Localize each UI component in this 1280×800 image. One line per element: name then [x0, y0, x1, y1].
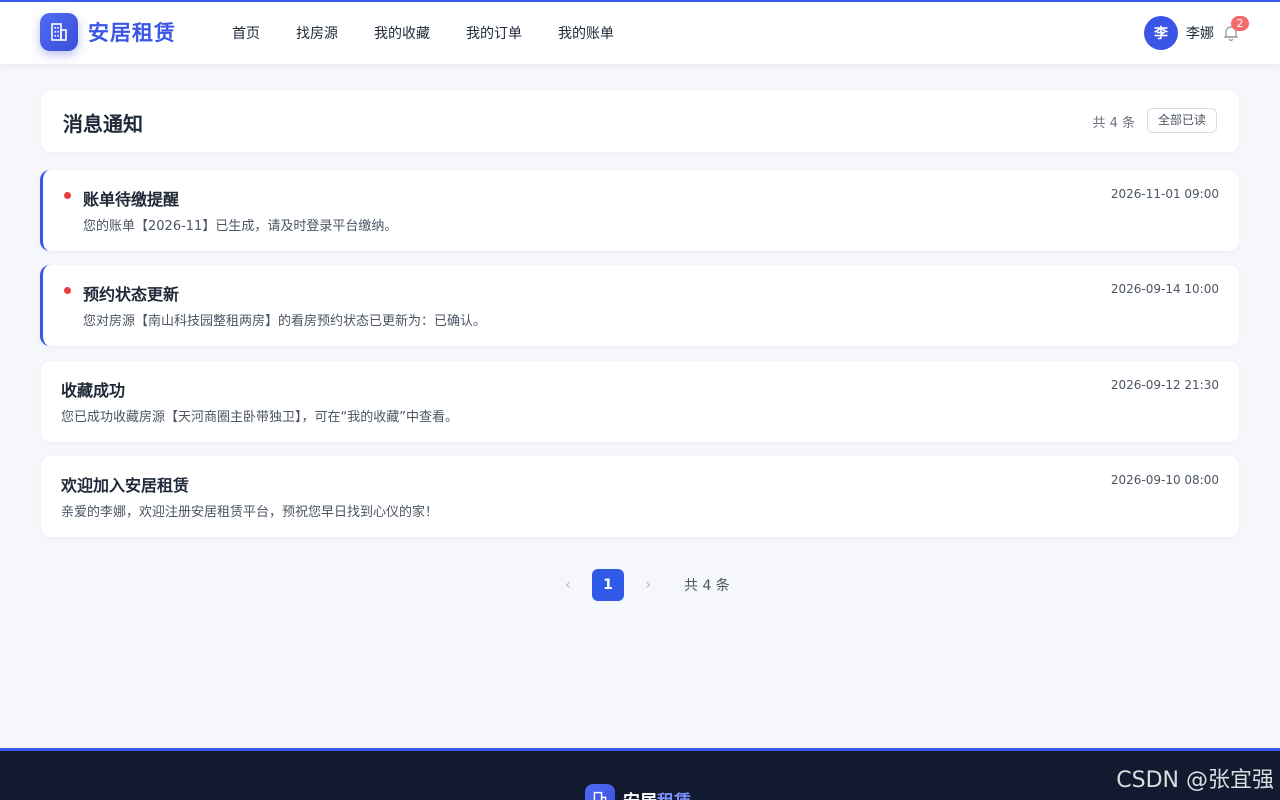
notification-time: 2026-09-12 21:30	[1110, 378, 1219, 392]
footer-brand-part2: 租赁	[657, 792, 691, 800]
watermark-text: CSDN @张宜强	[1116, 768, 1274, 793]
prev-page-button[interactable]: ‹	[556, 577, 580, 593]
pagination: ‹ 1 › 共 4 条	[556, 569, 730, 601]
notification-item[interactable]: 预约状态更新 您对房源【南山科技园整租两房】的看房预约状态已更新为：已确认。 2…	[40, 265, 1239, 346]
username[interactable]: 李娜	[1186, 23, 1214, 43]
user-menu[interactable]: 李 李娜 2	[1144, 16, 1249, 50]
page-title: 消息通知	[63, 112, 143, 136]
building-icon	[585, 784, 615, 800]
nav-item-orders[interactable]: 我的订单	[466, 23, 522, 43]
top-nav-bar: 安居租赁 首页 找房源 我的收藏 我的订单 我的账单 李 李娜 2	[0, 0, 1280, 64]
notification-count-badge: 2	[1231, 16, 1249, 31]
unread-dot	[64, 287, 71, 294]
total-count-label: 共 4 条	[1092, 116, 1135, 131]
notification-title: 预约状态更新	[83, 285, 180, 304]
brand-name: 安居租赁	[88, 21, 176, 45]
nav-item-find-listings[interactable]: 找房源	[296, 23, 338, 43]
unread-dot	[64, 192, 71, 199]
building-icon	[40, 13, 78, 51]
mark-all-read-button[interactable]: 全部已读	[1146, 108, 1217, 133]
notification-time: 2026-11-01 09:00	[1110, 187, 1219, 201]
main-nav: 首页 找房源 我的收藏 我的订单 我的账单	[232, 2, 650, 64]
notification-title: 账单待缴提醒	[83, 190, 180, 209]
nav-item-favorites[interactable]: 我的收藏	[374, 23, 430, 43]
footer-brand-name: 安居租赁	[623, 787, 691, 800]
pagination-total: 共 4 条	[684, 578, 730, 594]
notification-title: 收藏成功	[61, 381, 126, 400]
notification-title: 欢迎加入安居租赁	[61, 476, 190, 495]
notification-time: 2026-09-14 10:00	[1110, 282, 1219, 296]
notification-time: 2026-09-10 08:00	[1110, 473, 1219, 487]
notifications-header-card: 消息通知 共 4 条 全部已读	[41, 90, 1239, 152]
notification-body: 您的账单【2026-11】已生成，请及时登录平台缴纳。	[83, 219, 398, 234]
brand-logo-link[interactable]: 安居租赁	[40, 13, 176, 51]
avatar[interactable]: 李	[1144, 16, 1178, 50]
site-footer: 安居租赁	[0, 748, 1280, 800]
next-page-button[interactable]: ›	[636, 577, 660, 593]
notification-body: 您已成功收藏房源【天河商圈主卧带独卫】，可在“我的收藏”中查看。	[61, 410, 458, 425]
nav-item-home[interactable]: 首页	[232, 23, 260, 43]
page-number-current[interactable]: 1	[592, 569, 624, 601]
footer-brand-part1: 安居	[623, 792, 657, 800]
notification-body: 亲爱的李娜，欢迎注册安居租赁平台，预祝您早日找到心仪的家！	[61, 505, 439, 520]
notification-body: 您对房源【南山科技园整租两房】的看房预约状态已更新为：已确认。	[83, 314, 487, 329]
nav-item-bills[interactable]: 我的账单	[558, 23, 614, 43]
notification-item[interactable]: 账单待缴提醒 您的账单【2026-11】已生成，请及时登录平台缴纳。 2026-…	[40, 170, 1239, 251]
notification-item[interactable]: 收藏成功 您已成功收藏房源【天河商圈主卧带独卫】，可在“我的收藏”中查看。 20…	[41, 361, 1239, 442]
footer-brand: 安居租赁	[585, 784, 691, 800]
notification-item[interactable]: 欢迎加入安居租赁 亲爱的李娜，欢迎注册安居租赁平台，预祝您早日找到心仪的家！ 2…	[41, 456, 1239, 537]
notification-bell-button[interactable]: 2	[1222, 16, 1249, 42]
